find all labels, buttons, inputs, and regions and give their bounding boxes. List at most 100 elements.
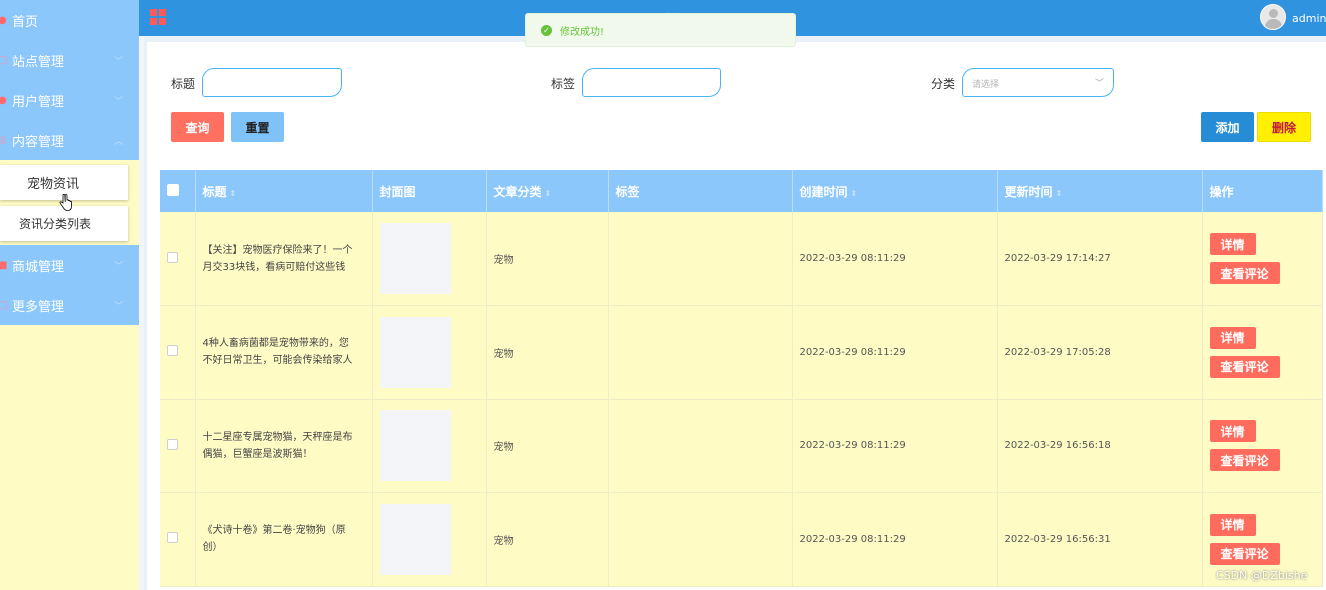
toast-message: 修改成功! [560, 26, 605, 38]
row-title: 【关注】宠物医疗保险来了！一个月交33块钱，看病可赔付这些钱 [195, 212, 373, 306]
menu-grid-icon[interactable] [150, 9, 166, 25]
row-tag [608, 305, 793, 400]
home-icon: ● [0, 14, 7, 26]
sidebar-item-label: 商城管理 [12, 259, 65, 275]
table-row: 4种人畜病菌都是宠物带来的，您不好日常卫生，可能会传染给家人 宠物 2022-0… [160, 305, 1323, 400]
select-all-checkbox[interactable] [167, 183, 179, 196]
cover-image [379, 223, 451, 294]
more-icon: □ [0, 299, 8, 311]
sort-icon: ⇕ [850, 188, 858, 198]
add-button[interactable]: 添加 [1201, 112, 1254, 142]
sidebar-item-users[interactable]: ● 用户管理 ﹀ [0, 80, 139, 120]
table-row: 《犬诗十卷》第二卷·宠物狗（原创） 宠物 2022-03-29 08:11:29… [160, 492, 1323, 587]
row-checkbox[interactable] [167, 438, 178, 450]
tag-filter-label: 标签 [551, 77, 576, 91]
row-title: 《犬诗十卷》第二卷·宠物狗（原创） [195, 492, 373, 587]
chevron-down-icon: ﹀ [113, 96, 123, 107]
success-toast: ✓ 修改成功! [525, 13, 796, 47]
col-created[interactable]: 创建时间 ⇕ [792, 170, 998, 212]
chevron-down-icon: ﹀ [113, 301, 123, 312]
avatar[interactable] [1260, 4, 1286, 30]
chevron-up-icon: ︿ [113, 136, 123, 147]
row-tag [608, 399, 793, 493]
sort-icon: ⇕ [544, 188, 552, 198]
submenu-item-label: 资讯分类列表 [19, 217, 92, 231]
row-updated: 2022-03-29 17:14:27 [997, 212, 1203, 306]
sidebar-item-label: 首页 [12, 14, 39, 30]
main-content: 标题 标签 分类 请选择 ﹀ 查询 重置 添加 删除 标题 ⇕ 封面图 文章分类 ⇕… [147, 42, 1326, 590]
sidebar-item-content[interactable]: ◎ 内容管理 ︿ [0, 120, 139, 160]
col-updated[interactable]: 更新时间 ⇕ [997, 170, 1203, 212]
watermark: CSDN @DZbishe [1216, 569, 1308, 582]
row-updated: 2022-03-29 16:56:18 [997, 399, 1203, 493]
sidebar-item-label: 内容管理 [12, 134, 65, 150]
content-icon: ◎ [0, 134, 7, 146]
row-created: 2022-03-29 08:11:29 [792, 399, 998, 493]
row-category: 宠物 [486, 399, 609, 493]
table-row: 【关注】宠物医疗保险来了！一个月交33块钱，看病可赔付这些钱 宠物 2022-0… [160, 212, 1323, 306]
row-title: 4种人畜病菌都是宠物带来的，您不好日常卫生，可能会传染给家人 [195, 305, 373, 400]
row-category: 宠物 [486, 492, 609, 587]
submenu-item-label: 宠物资讯 [27, 177, 80, 192]
row-title: 十二星座专属宠物猫，天秤座是布偶猫，巨蟹座是波斯猫！ [195, 399, 373, 493]
table-row: 十二星座专属宠物猫，天秤座是布偶猫，巨蟹座是波斯猫！ 宠物 2022-03-29… [160, 399, 1323, 493]
row-checkbox[interactable] [167, 251, 178, 263]
delete-button[interactable]: 删除 [1257, 112, 1311, 142]
shop-icon: ■ [0, 259, 8, 271]
row-tag [608, 212, 793, 306]
col-actions: 操作 [1202, 170, 1323, 212]
row-created: 2022-03-29 08:11:29 [792, 212, 998, 306]
col-title[interactable]: 标题 ⇕ [195, 170, 373, 212]
sidebar-item-home[interactable]: ● 首页 [0, 0, 139, 40]
sort-icon: ⇕ [1055, 188, 1063, 198]
category-filter-label: 分类 [931, 77, 956, 91]
site-icon: □ [0, 54, 8, 66]
sidebar-divider [139, 0, 144, 590]
sidebar-item-label: 站点管理 [12, 54, 65, 70]
row-category: 宠物 [486, 212, 609, 306]
check-circle-icon: ✓ [541, 24, 552, 36]
sidebar-item-label: 更多管理 [12, 299, 65, 315]
table-header-row: 标题 ⇕ 封面图 文章分类 ⇕ 标签 创建时间 ⇕ 更新时间 ⇕ 操作 [160, 170, 1323, 212]
title-filter-input[interactable] [202, 68, 342, 97]
sidebar-item-label: 用户管理 [12, 94, 65, 110]
category-select-placeholder: 请选择 [972, 80, 1000, 90]
detail-button[interactable]: 详情 [1209, 420, 1256, 443]
sidebar-item-more[interactable]: □ 更多管理 ﹀ [0, 285, 139, 325]
select-all-cell [160, 170, 196, 212]
row-checkbox[interactable] [167, 345, 178, 357]
chevron-down-icon: ﹀ [113, 56, 123, 67]
row-tag [608, 492, 793, 587]
chevron-down-icon: ﹀ [1094, 79, 1104, 89]
cover-image [379, 503, 451, 575]
detail-button[interactable]: 详情 [1209, 513, 1256, 536]
reset-button[interactable]: 重置 [231, 112, 284, 142]
detail-button[interactable]: 详情 [1209, 233, 1256, 255]
col-category[interactable]: 文章分类 ⇕ [486, 170, 609, 212]
news-table: 标题 ⇕ 封面图 文章分类 ⇕ 标签 创建时间 ⇕ 更新时间 ⇕ 操作 【关注】宠物医疗… [160, 170, 1323, 587]
hand-cursor-icon [59, 194, 72, 211]
view-comments-button[interactable]: 查看评论 [1209, 355, 1280, 378]
title-filter-label: 标题 [171, 77, 196, 91]
sort-icon: ⇕ [229, 188, 237, 198]
sidebar: ● 首页 □ 站点管理 ﹀ ● 用户管理 ﹀ ◎ 内容管理 ︿ 宠物资讯 资讯分… [0, 0, 139, 590]
category-select[interactable]: 请选择 ﹀ [962, 68, 1114, 97]
search-button[interactable]: 查询 [171, 112, 224, 142]
tag-filter-input[interactable] [582, 68, 721, 97]
user-name[interactable]: admin [1292, 12, 1326, 25]
chevron-down-icon: ﹀ [113, 261, 123, 272]
sidebar-item-site[interactable]: □ 站点管理 ﹀ [0, 40, 139, 80]
row-created: 2022-03-29 08:11:29 [792, 305, 998, 400]
detail-button[interactable]: 详情 [1209, 326, 1256, 349]
row-checkbox[interactable] [167, 532, 178, 544]
view-comments-button[interactable]: 查看评论 [1209, 262, 1280, 284]
row-updated: 2022-03-29 17:05:28 [997, 305, 1203, 400]
cover-image [379, 410, 451, 482]
user-icon: ● [0, 94, 7, 106]
view-comments-button[interactable]: 查看评论 [1209, 542, 1280, 565]
col-tag: 标签 [608, 170, 793, 212]
row-updated: 2022-03-29 16:56:31 [997, 492, 1203, 587]
row-created: 2022-03-29 08:11:29 [792, 492, 998, 587]
view-comments-button[interactable]: 查看评论 [1209, 449, 1280, 472]
sidebar-item-shop[interactable]: ■ 商城管理 ﹀ [0, 245, 139, 285]
